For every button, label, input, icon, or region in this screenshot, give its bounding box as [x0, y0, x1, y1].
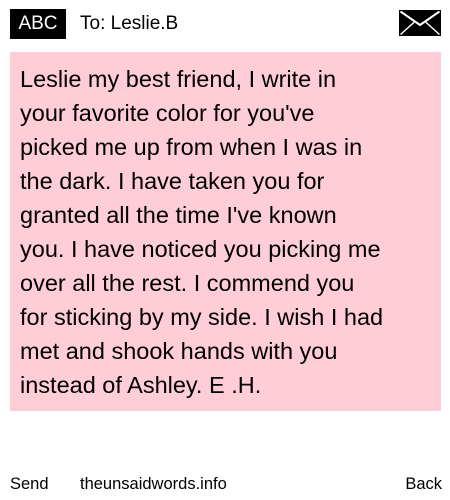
message-body[interactable]: Leslie my best friend, I write in your f…: [10, 52, 441, 411]
site-label: theunsaidwords.info: [80, 475, 227, 493]
softkey-bar: Send theunsaidwords.info Back: [0, 470, 450, 498]
envelope-icon: [399, 10, 441, 36]
send-softkey[interactable]: Send: [10, 470, 49, 498]
input-mode-badge[interactable]: ABC: [10, 9, 66, 39]
message-text: Leslie my best friend, I write in your f…: [20, 66, 384, 398]
header-bar: ABC To: Leslie.B: [0, 0, 450, 44]
back-softkey[interactable]: Back: [405, 470, 442, 498]
recipient-label: To: Leslie.B: [80, 13, 179, 34]
